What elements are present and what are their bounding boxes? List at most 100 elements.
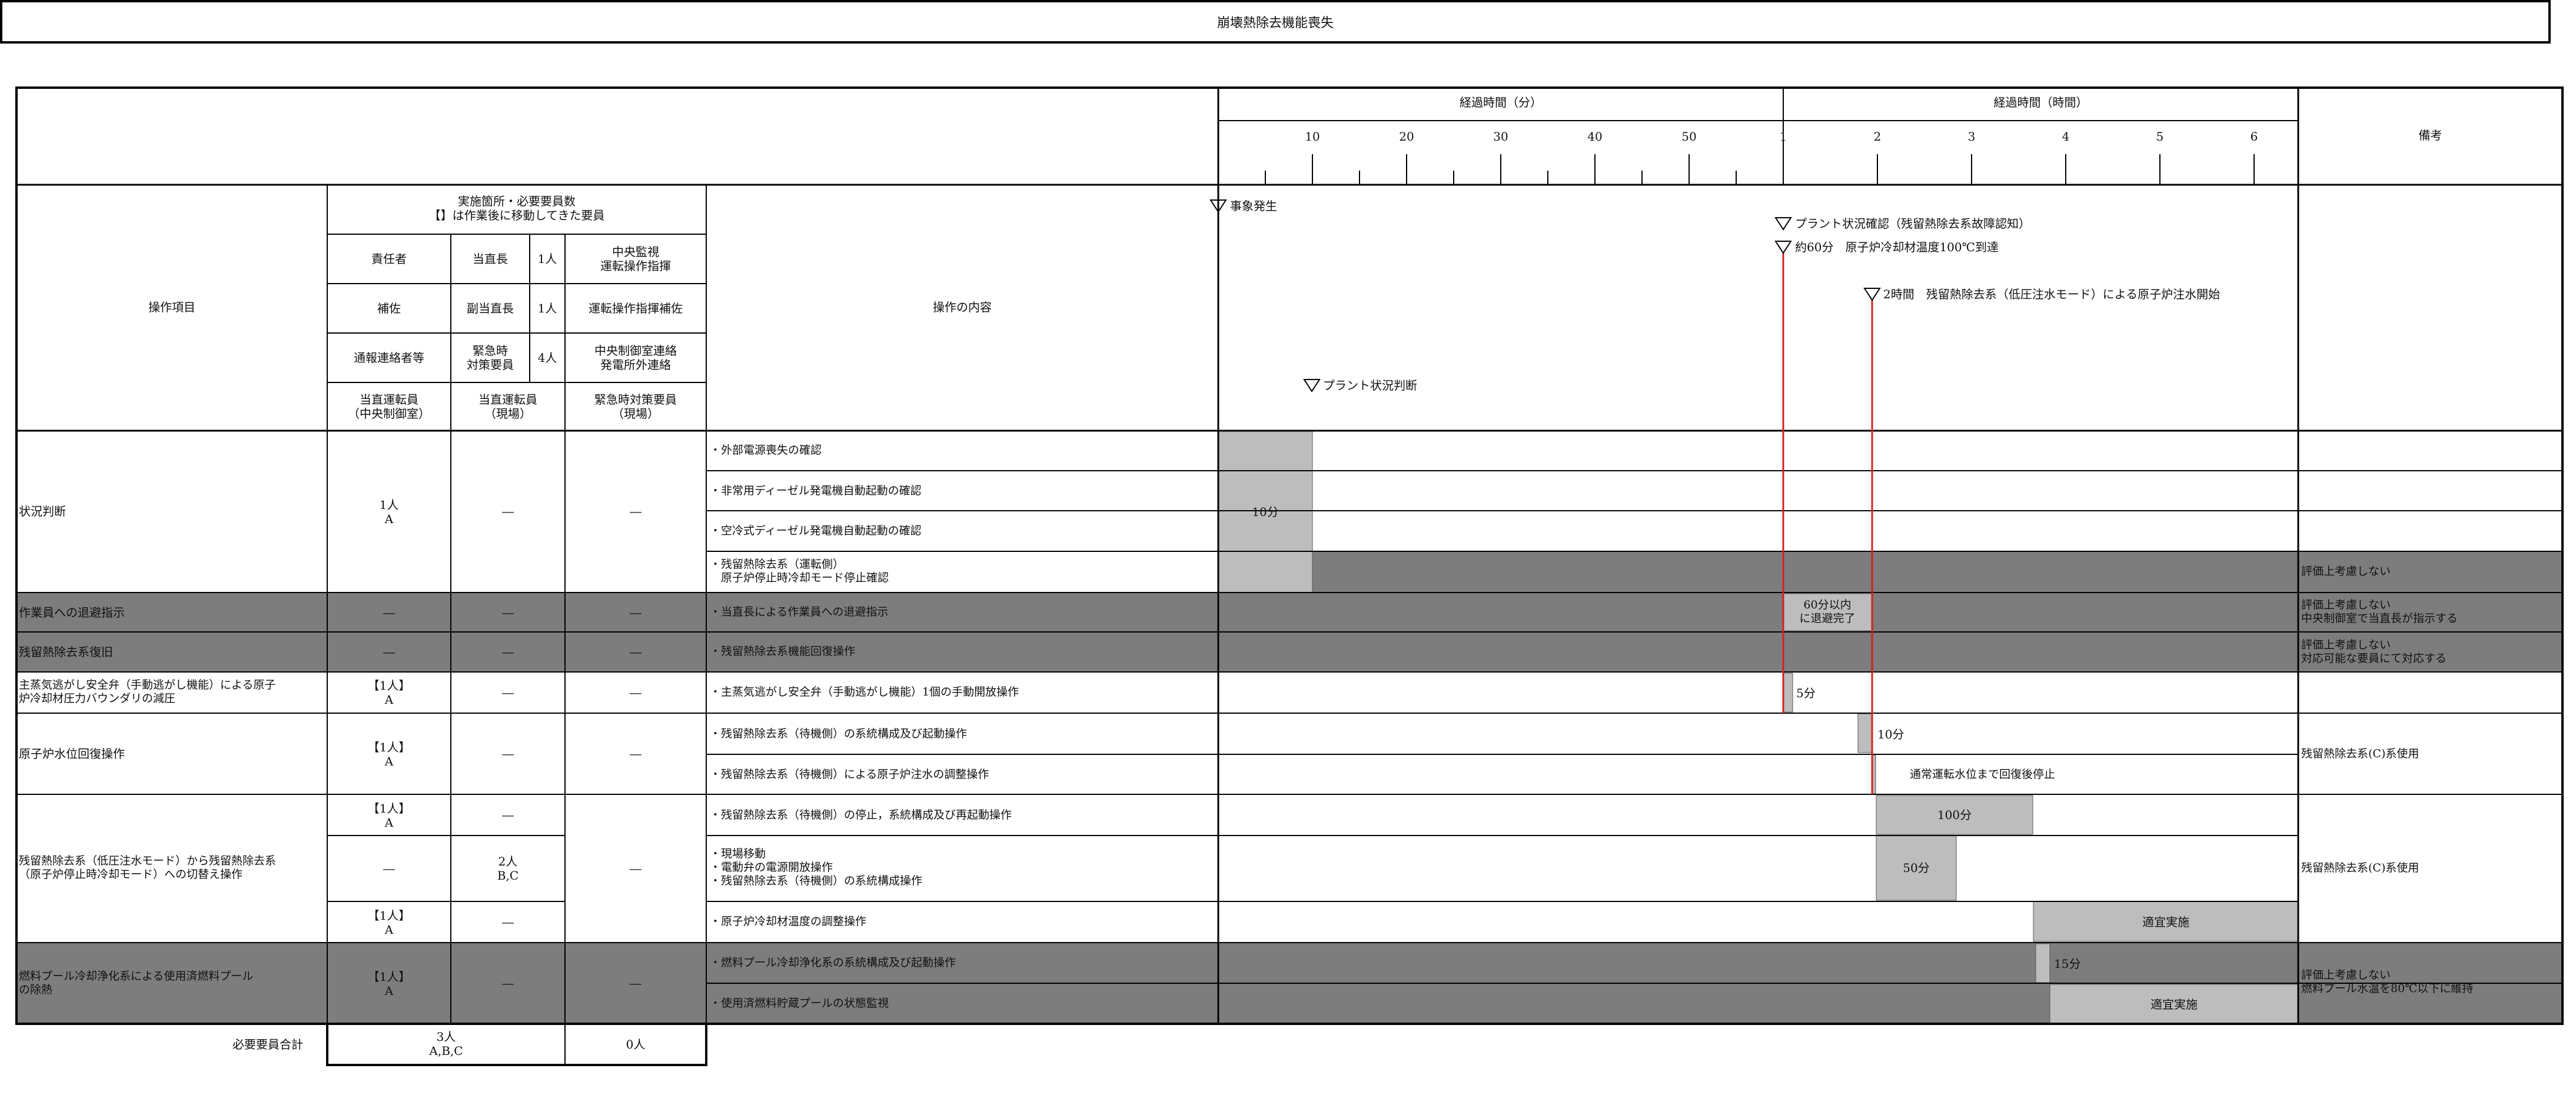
event-label: プラント状況確認（残留熱除去系故障認知） [1795, 217, 2030, 231]
op-item: 残留熱除去系復旧 [19, 645, 113, 659]
bar-label: 15分 [2054, 957, 2081, 971]
staff-central: 【1人】 A [367, 801, 411, 830]
staff-central: 【1人】 A [367, 678, 411, 707]
staff-field: 2人 B,C [497, 854, 519, 883]
bar-label: 60分以内 に退避完了 [1799, 598, 1856, 625]
tick-label: 50 [1681, 129, 1697, 144]
footer-central: 3人 A,B,C [429, 1030, 463, 1058]
operation-text: ・残留熱除去系機能回復操作 [710, 645, 856, 658]
tick-label: 10 [1305, 129, 1320, 144]
tick-label: 1 [1779, 129, 1787, 144]
who-label: 緊急時 対策要員 [467, 344, 514, 372]
bar-label: 10分 [1877, 727, 1904, 741]
staff-emergency: ― [630, 685, 641, 700]
bar-label: 50分 [1903, 861, 1930, 875]
event-label: 2時間 残留熱除去系（低圧注水モード）による原子炉注水開始 [1883, 287, 2221, 301]
tick-label: 40 [1587, 129, 1603, 144]
staff-central: 1人 A [379, 498, 399, 526]
duty-label: 中央制御室連絡 発電所外連絡 [594, 344, 677, 372]
staff-emergency: ― [630, 976, 641, 990]
staff-field: ― [502, 915, 514, 929]
event-label: 約60分 原子炉冷却材温度100℃到達 [1795, 240, 1999, 254]
staff-emergency: ― [630, 861, 641, 876]
who-label: 副当直長 [467, 301, 514, 315]
time-hr-label: 経過時間（時間） [1993, 95, 2088, 109]
tick-label: 2 [1873, 129, 1882, 144]
staff-field: ― [502, 747, 514, 761]
staff-emergency: ― [630, 605, 641, 620]
event-marker-icon [1863, 288, 1881, 301]
col-header-field: 当直運転員 （現場） [478, 392, 537, 421]
staff-field: ― [502, 808, 514, 822]
staff-field: ― [502, 504, 514, 518]
op-item: 状況判断 [19, 504, 66, 518]
remark: 評価上考慮しない 中央制御室で当直長が指示する [2301, 598, 2458, 625]
op-content-header: 操作の内容 [933, 300, 992, 314]
remark: 残留熱除去系(C)系使用 [2301, 747, 2419, 760]
gantt-bars [1218, 430, 2299, 1024]
tick-label: 3 [1967, 129, 1976, 144]
op-item: 作業員への退避指示 [19, 605, 125, 620]
staff-central: 【1人】 A [367, 908, 411, 937]
bar-label: 適宜実施 [2150, 997, 2198, 1011]
op-item: 原子炉水位回復操作 [19, 747, 125, 761]
count-label: 4人 [537, 351, 557, 365]
bar-label: 10分 [1252, 505, 1279, 519]
op-item: 主蒸気逃がし安全弁（手動逃がし機能）による原子 炉冷却材圧力バウンダリの減圧 [19, 678, 276, 705]
staff-central: ― [383, 861, 395, 876]
role-label: 通報連絡者等 [354, 351, 424, 365]
operation-text: ・当直長による作業員への退避指示 [710, 605, 889, 618]
staff-central: ― [383, 605, 395, 620]
staff-field: ― [502, 685, 514, 700]
operation-text: ・現場移動 ・電動弁の電源開放操作 ・残留熱除去系（待機側）の系統構成操作 [710, 847, 923, 887]
operation-text: ・残留熱除去系（運転側） 原子炉停止時冷却モード停止確認 [710, 558, 889, 584]
role-label: 補佐 [377, 301, 401, 315]
bar-label: 100分 [1937, 808, 1972, 822]
tick-label: 30 [1493, 129, 1508, 144]
role-label: 責任者 [371, 252, 407, 266]
event-label: 事象発生 [1230, 199, 1277, 213]
event-marker-icon [1774, 241, 1792, 254]
bar-srv-open [1783, 673, 1793, 713]
operation-text: ・原子炉冷却材温度の調整操作 [710, 915, 867, 928]
staff-central: 【1人】 A [367, 740, 411, 768]
op-item: 残留熱除去系（低圧注水モード）から残留熱除去系 （原子炉停止時冷却モード）への切… [19, 854, 277, 881]
operation-text: ・主蒸気逃がし安全弁（手動逃がし機能）1個の手動開放操作 [710, 685, 1019, 698]
who-label: 当直長 [473, 252, 508, 266]
operation-text: ・使用済燃料貯蔵プールの状態監視 [710, 997, 889, 1010]
op-item: 燃料プール冷却浄化系による使用済燃料プール の除熱 [19, 970, 254, 996]
operation-text: ・残留熱除去系（待機側）の系統構成及び起動操作 [710, 727, 968, 740]
bar-rhr-start [1857, 713, 1873, 753]
tick-label: 6 [2250, 129, 2258, 144]
time-min-label: 経過時間（分） [1460, 95, 1542, 109]
footer-emergency: 0人 [626, 1037, 646, 1051]
staff-emergency: ― [630, 504, 641, 518]
operation-text: ・空冷式ディーゼル発電機自動起動の確認 [710, 524, 922, 537]
event-label: プラント状況判断 [1323, 378, 1417, 392]
col-header-central: 当直運転員 （中央制御室） [348, 392, 430, 421]
operation-text: ・残留熱除去系（待機側）による原子炉注水の調整操作 [710, 768, 989, 781]
count-label: 1人 [537, 252, 557, 266]
remark: 評価上考慮しない 対応可能な要員にて対応する [2301, 638, 2447, 665]
staff-central: 【1人】 A [367, 970, 411, 998]
remark: 評価上考慮しない 燃料プール水温を80℃以下に維持 [2301, 968, 2474, 995]
operation-text: ・非常用ディーゼル発電機自動起動の確認 [710, 484, 922, 497]
staff-field: ― [502, 645, 514, 659]
staff-field: ― [502, 605, 514, 620]
staff-emergency: ― [630, 645, 641, 659]
tick-label: 5 [2156, 129, 2164, 144]
op-items-header: 操作項目 [148, 300, 195, 314]
operation-text: ・残留熱除去系（待機側）の停止，系統構成及び再起動操作 [710, 808, 1012, 821]
event-marker-icon [1774, 217, 1792, 231]
tick-label: 20 [1399, 129, 1414, 144]
bar-note: 通常運転水位まで回復後停止 [1910, 768, 2056, 781]
staff-emergency: ― [630, 747, 641, 761]
footer-label: 必要要員合計 [232, 1037, 303, 1051]
duty-label: 運転操作指揮補佐 [589, 301, 683, 315]
event-marker-icon [1303, 379, 1321, 392]
bar-label: 5分 [1796, 686, 1816, 700]
remark: 評価上考慮しない [2301, 565, 2391, 578]
bar-label: 適宜実施 [2142, 915, 2189, 929]
count-label: 1人 [537, 301, 557, 315]
tick-label: 4 [2062, 129, 2070, 144]
